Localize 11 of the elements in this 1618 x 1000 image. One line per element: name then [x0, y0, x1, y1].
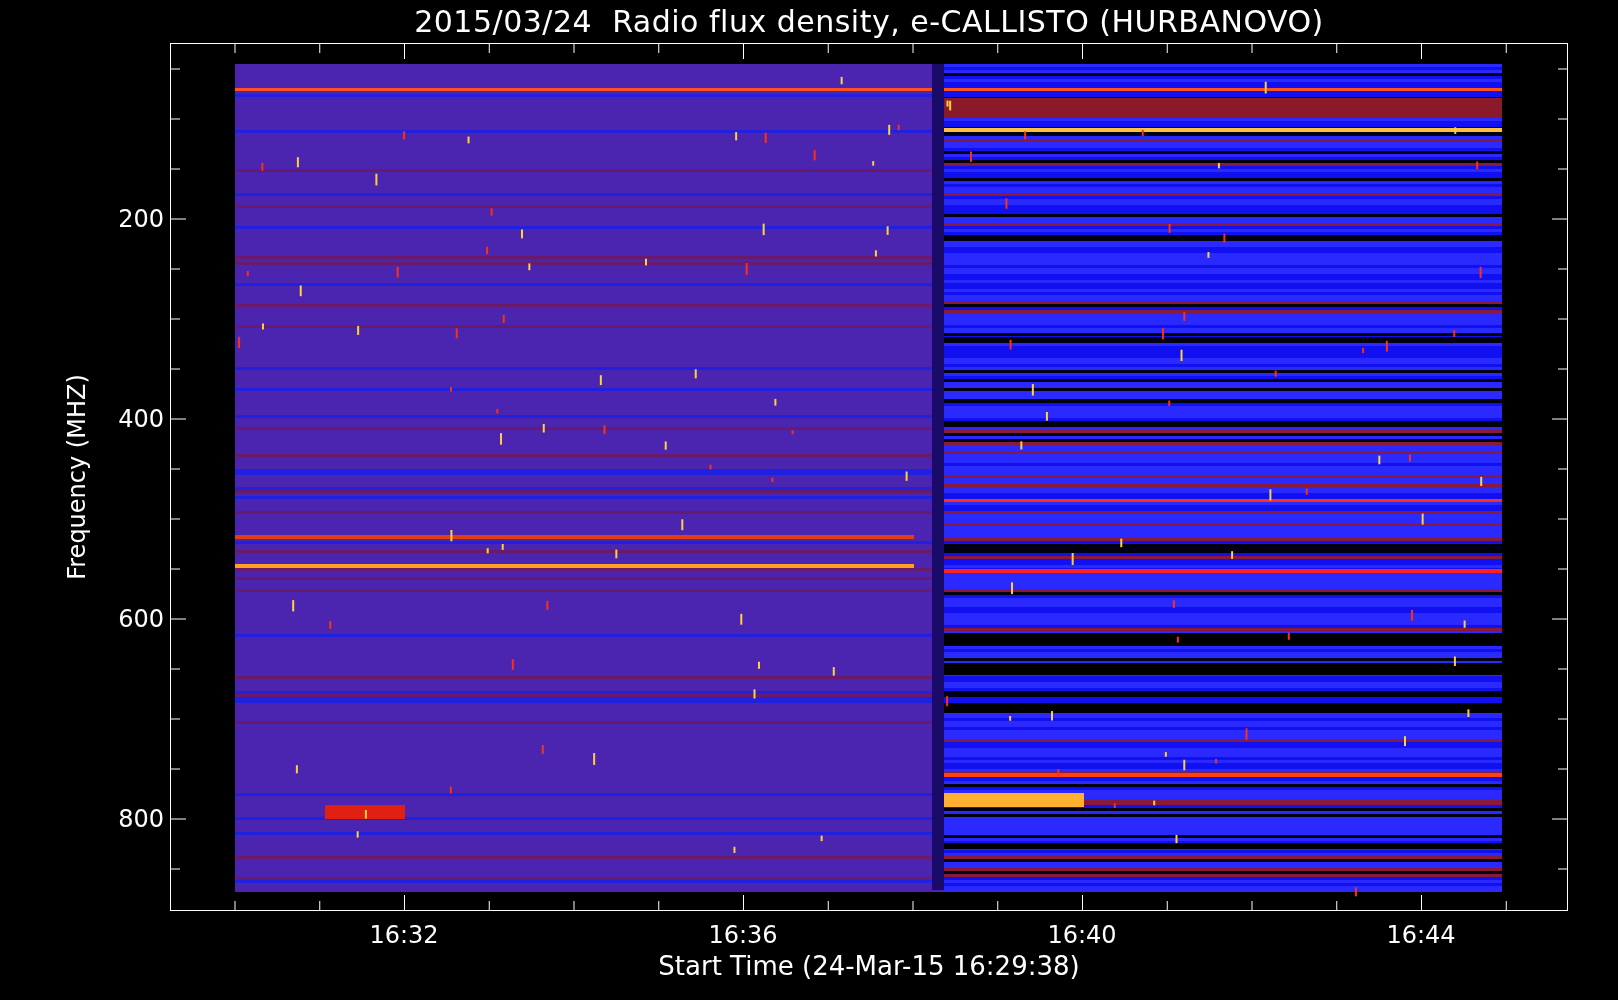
x-axis-label: Start Time (24-Mar-15 16:29:38): [658, 953, 1080, 979]
x-tick-label: 16:40: [1047, 923, 1117, 947]
x-tick-label: 16:44: [1386, 923, 1456, 947]
y-tick-label: 200: [118, 207, 164, 231]
y-tick-label: 400: [118, 407, 164, 431]
y-tick-label: 800: [118, 807, 164, 831]
chart-title: 2015/03/24 Radio flux density, e-CALLISTO (HURBANOVO): [414, 4, 1324, 39]
x-tick-label: 16:32: [369, 923, 439, 947]
y-axis-label: Frequency (MHZ): [65, 374, 89, 580]
y-tick-label: 600: [118, 607, 164, 631]
x-tick-label: 16:36: [708, 923, 778, 947]
